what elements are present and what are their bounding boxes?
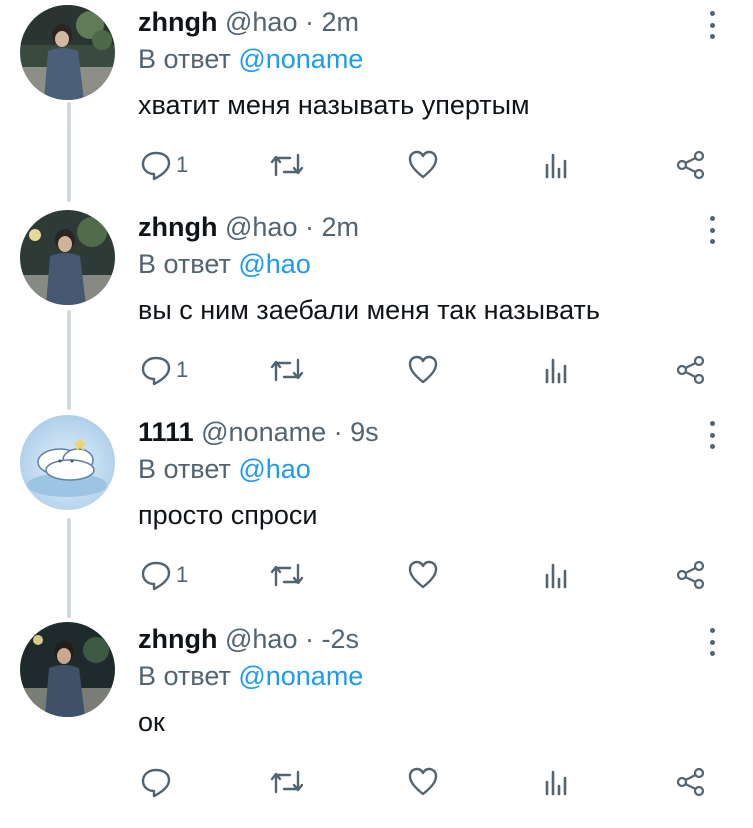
display-name[interactable]: zhngh: [138, 212, 217, 242]
more-options-icon[interactable]: [700, 624, 724, 660]
cloud-illustration-avatar: [20, 415, 115, 510]
separator: ·: [304, 212, 314, 242]
tweet[interactable]: zhngh @hao · -2s В ответ @noname ок: [0, 622, 753, 828]
tweet[interactable]: 1111 @noname · 9s В ответ @hao просто сп…: [0, 415, 753, 621]
reply-context: В ответ @hao: [138, 452, 311, 486]
share-button[interactable]: [675, 764, 707, 800]
like-button[interactable]: [407, 557, 439, 593]
share-icon: [676, 767, 705, 797]
handle[interactable]: @hao: [225, 212, 297, 242]
heart-icon: [408, 560, 438, 589]
share-button[interactable]: [675, 352, 707, 388]
handle[interactable]: @noname: [201, 417, 326, 447]
avatar[interactable]: [20, 415, 115, 510]
reply-prefix: В ответ: [138, 454, 231, 484]
bar-chart-icon: [545, 358, 567, 384]
like-button[interactable]: [407, 352, 439, 388]
display-name[interactable]: 1111: [138, 417, 194, 447]
separator: ·: [304, 624, 314, 654]
reply-button[interactable]: 1: [140, 147, 188, 183]
avatar[interactable]: [20, 210, 115, 305]
tweet-text: вы с ним заебали меня так называть: [138, 295, 600, 325]
speech-bubble-icon: [141, 768, 171, 798]
reply-context: В ответ @noname: [138, 42, 363, 76]
avatar[interactable]: [20, 622, 115, 717]
bar-chart-icon: [545, 770, 567, 796]
share-icon: [676, 150, 705, 180]
more-options-icon[interactable]: [700, 7, 724, 43]
reply-prefix: В ответ: [138, 661, 231, 691]
reply-button[interactable]: 1: [140, 557, 188, 593]
retweet-button[interactable]: [270, 764, 304, 800]
timestamp[interactable]: 2m: [322, 7, 360, 37]
views-button[interactable]: [542, 764, 570, 800]
more-options-icon[interactable]: [700, 212, 724, 248]
tweet-header: zhngh @hao · 2m: [138, 5, 359, 39]
retweet-button[interactable]: [270, 557, 304, 593]
share-button[interactable]: [675, 147, 707, 183]
handle[interactable]: @hao: [225, 7, 297, 37]
speech-bubble-icon: [141, 561, 171, 591]
tweet-header: 1111 @noname · 9s: [138, 415, 379, 449]
mention-link[interactable]: @hao: [238, 249, 310, 279]
tweet-header: zhngh @hao · 2m: [138, 210, 359, 244]
views-button[interactable]: [542, 352, 570, 388]
retweet-icon: [270, 770, 304, 794]
like-button[interactable]: [407, 147, 439, 183]
tweet[interactable]: zhngh @hao · 2m В ответ @noname хватит м…: [0, 5, 753, 211]
more-options-icon[interactable]: [700, 417, 724, 453]
mention-link[interactable]: @hao: [238, 454, 310, 484]
reply-button[interactable]: 1: [140, 352, 188, 388]
reply-count: 1: [176, 152, 189, 177]
handle[interactable]: @hao: [225, 624, 297, 654]
person-photo-avatar: [20, 210, 115, 305]
mention-link[interactable]: @noname: [238, 661, 363, 691]
display-name[interactable]: zhngh: [138, 624, 217, 654]
heart-icon: [408, 150, 438, 179]
bar-chart-icon: [545, 153, 567, 179]
speech-bubble-icon: [141, 356, 171, 386]
avatar[interactable]: [20, 5, 115, 100]
person-photo-avatar: [20, 5, 115, 100]
like-button[interactable]: [407, 764, 439, 800]
tweet-text: хватит меня называть упертым: [138, 90, 530, 120]
timestamp[interactable]: -2s: [322, 624, 360, 654]
views-button[interactable]: [542, 557, 570, 593]
retweet-icon: [270, 153, 304, 177]
reply-context: В ответ @noname: [138, 659, 363, 693]
reply-button[interactable]: [140, 764, 176, 800]
reply-prefix: В ответ: [138, 249, 231, 279]
action-bar: [0, 764, 753, 800]
action-bar: 1: [0, 557, 753, 593]
reply-context: В ответ @hao: [138, 247, 311, 281]
tweet-header: zhngh @hao · -2s: [138, 622, 359, 656]
retweet-button[interactable]: [270, 352, 304, 388]
share-icon: [676, 560, 705, 590]
display-name[interactable]: zhngh: [138, 7, 217, 37]
action-bar: 1: [0, 352, 753, 388]
tweet[interactable]: zhngh @hao · 2m В ответ @hao вы с ним за…: [0, 210, 753, 416]
action-bar: 1: [0, 147, 753, 183]
share-icon: [676, 355, 705, 385]
heart-icon: [408, 355, 438, 384]
separator: ·: [333, 417, 343, 447]
timestamp[interactable]: 9s: [350, 417, 379, 447]
heart-icon: [408, 767, 438, 796]
reply-count: 1: [176, 357, 189, 382]
mention-link[interactable]: @noname: [238, 44, 363, 74]
views-button[interactable]: [542, 147, 570, 183]
retweet-icon: [270, 563, 304, 587]
separator: ·: [304, 7, 314, 37]
reply-count: 1: [176, 562, 189, 587]
retweet-icon: [270, 358, 304, 382]
retweet-button[interactable]: [270, 147, 304, 183]
tweet-text: просто спроси: [138, 500, 318, 530]
share-button[interactable]: [675, 557, 707, 593]
bar-chart-icon: [545, 563, 567, 589]
timestamp[interactable]: 2m: [322, 212, 360, 242]
person-photo-avatar: [20, 622, 115, 717]
reply-prefix: В ответ: [138, 44, 231, 74]
speech-bubble-icon: [141, 151, 171, 181]
tweet-text: ок: [138, 707, 165, 737]
